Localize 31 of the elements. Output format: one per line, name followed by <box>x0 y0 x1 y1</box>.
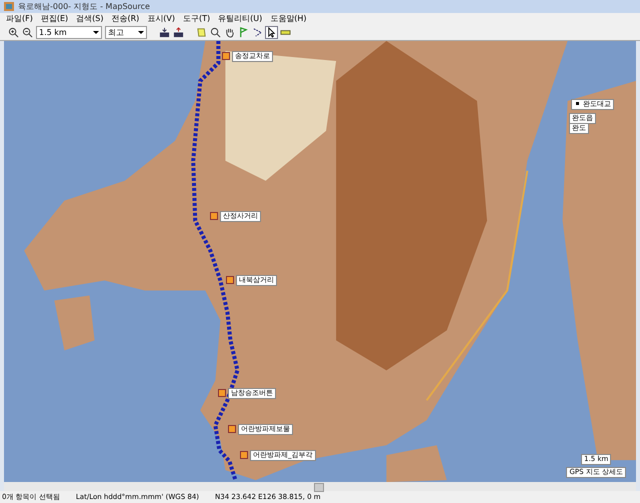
menu-item[interactable]: 도움말(H) <box>270 13 307 24</box>
waypoint-marker-icon[interactable] <box>218 389 226 398</box>
caret-icon <box>138 30 144 34</box>
caret-icon <box>93 30 99 34</box>
menu-item[interactable]: 전송(R) <box>111 13 140 24</box>
waypoint-marker-icon[interactable] <box>240 451 248 460</box>
send-device-icon[interactable] <box>173 26 184 38</box>
waypoint-marker-icon[interactable] <box>210 212 218 220</box>
menu-item[interactable]: 표시(V) <box>147 13 175 24</box>
waypoint-marker-icon[interactable] <box>228 425 236 434</box>
zoom-scale-dropdown[interactable]: 1.5 km <box>36 26 102 39</box>
horizontal-scrollbar[interactable] <box>4 482 636 492</box>
waypoint-marker-icon[interactable] <box>226 276 234 284</box>
menu-item[interactable]: 편집(E) <box>40 13 68 24</box>
waypoint-marker-icon[interactable] <box>222 52 230 60</box>
zoom-out-icon[interactable] <box>22 26 33 38</box>
receive-device-icon[interactable] <box>159 26 170 38</box>
menu-item[interactable]: 유틸리티(U) <box>218 13 262 24</box>
map-app-icon <box>4 2 14 11</box>
pointer-icon[interactable] <box>266 26 277 38</box>
zoom-tool-icon[interactable] <box>210 26 221 38</box>
hand-icon[interactable] <box>224 26 235 38</box>
scrollbar-thumb[interactable] <box>314 483 324 492</box>
detail-dropdown[interactable]: 최고 <box>105 26 147 39</box>
point-icon <box>576 102 579 105</box>
window-title: 육로해남-000- 지형도 - MapSource <box>18 0 150 12</box>
zoom-in-icon[interactable] <box>8 26 19 38</box>
route-tool-icon[interactable] <box>252 26 263 38</box>
menu-item[interactable]: 검색(S) <box>76 13 104 24</box>
menu-item[interactable]: 파일(F) <box>6 13 33 24</box>
menu-item[interactable]: 도구(T) <box>183 13 210 24</box>
